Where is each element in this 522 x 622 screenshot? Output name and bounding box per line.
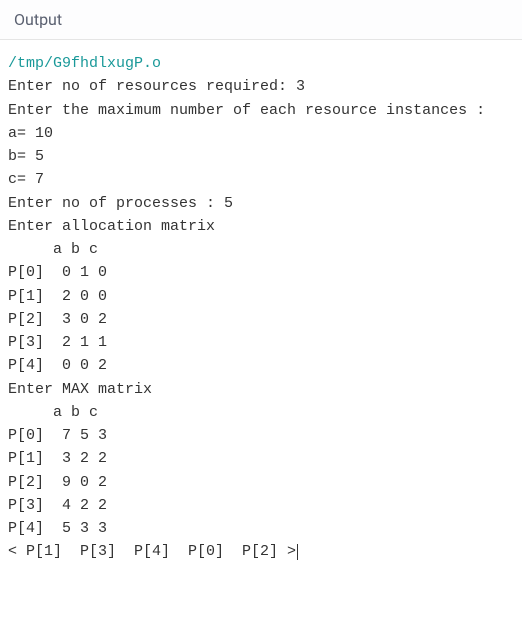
output-line: P[4] 0 0 2 <box>8 357 107 374</box>
output-line: Enter allocation matrix <box>8 218 215 235</box>
cursor <box>297 544 298 560</box>
output-line: P[2] 9 0 2 <box>8 474 107 491</box>
output-title: Output <box>14 10 508 29</box>
output-header: Output <box>0 0 522 40</box>
output-line: P[1] 3 2 2 <box>8 450 107 467</box>
output-line: Enter no of resources required: 3 <box>8 78 305 95</box>
output-line: a b c <box>8 241 98 258</box>
terminal-output: /tmp/G9fhdlxugP.o Enter no of resources … <box>0 40 522 576</box>
output-line: P[3] 4 2 2 <box>8 497 107 514</box>
output-line: P[1] 2 0 0 <box>8 288 107 305</box>
output-line: < P[1] P[3] P[4] P[0] P[2] > <box>8 543 296 560</box>
output-line: P[3] 2 1 1 <box>8 334 107 351</box>
output-line: Enter the maximum number of each resourc… <box>8 102 485 119</box>
output-line: P[0] 0 1 0 <box>8 264 107 281</box>
output-line: P[2] 3 0 2 <box>8 311 107 328</box>
output-line: c= 7 <box>8 171 44 188</box>
output-line: a= 10 <box>8 125 53 142</box>
output-line: P[4] 5 3 3 <box>8 520 107 537</box>
output-line: Enter no of processes : 5 <box>8 195 233 212</box>
output-line: a b c <box>8 404 98 421</box>
output-line: P[0] 7 5 3 <box>8 427 107 444</box>
output-line: b= 5 <box>8 148 44 165</box>
file-path: /tmp/G9fhdlxugP.o <box>8 55 161 72</box>
output-line: Enter MAX matrix <box>8 381 152 398</box>
